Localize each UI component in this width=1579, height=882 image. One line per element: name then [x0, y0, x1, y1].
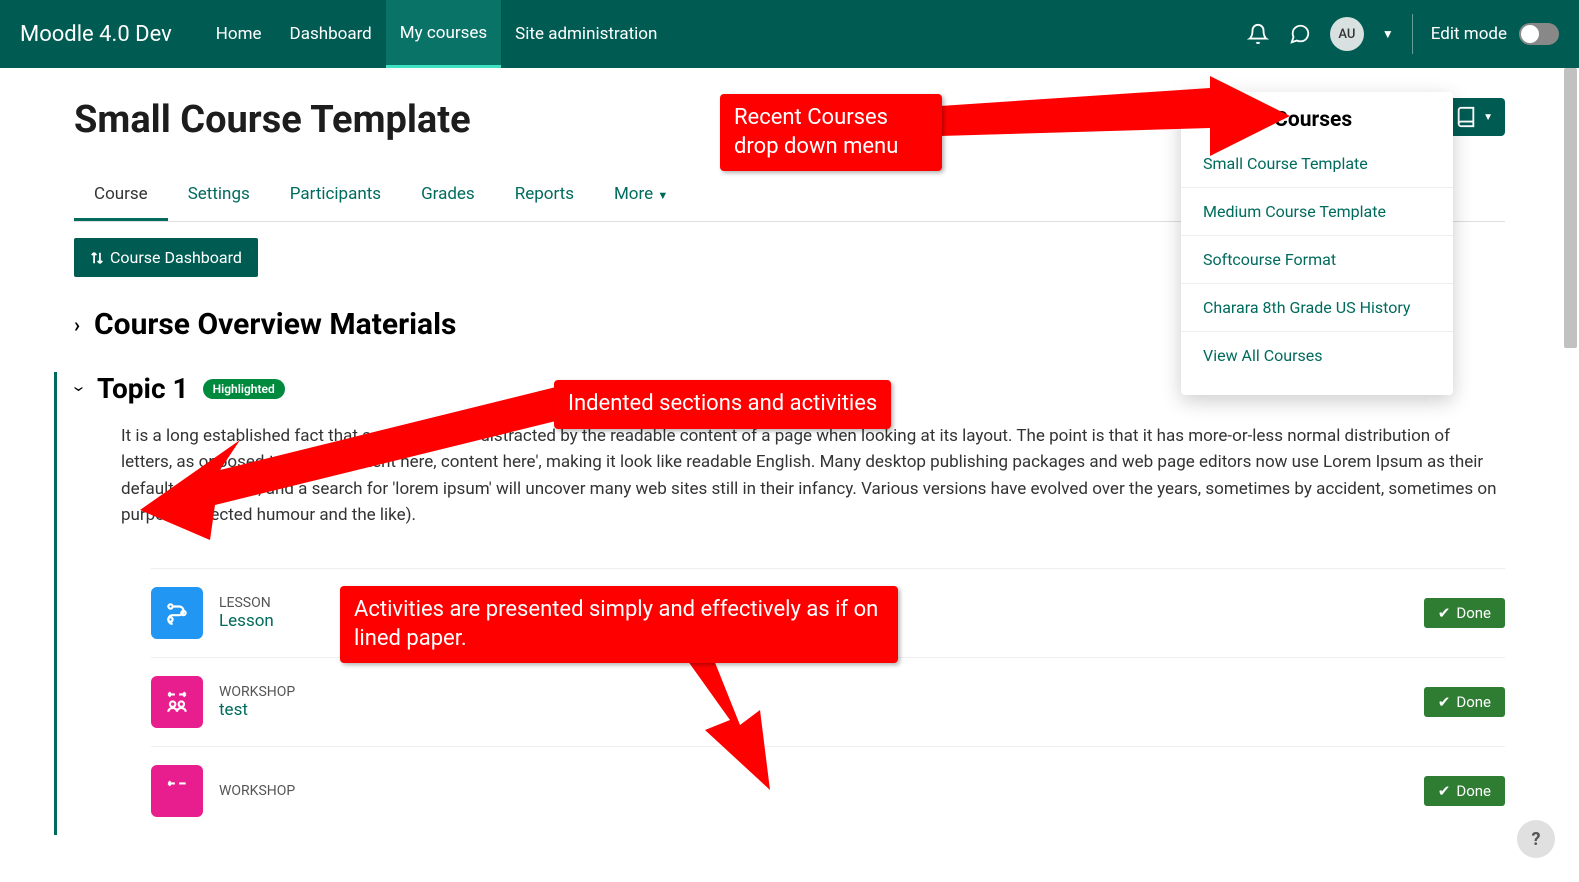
chevron-down-icon: ▼ — [1483, 112, 1493, 123]
check-icon: ✔ — [1438, 604, 1451, 622]
chevron-down-icon: ▼ — [657, 189, 668, 202]
check-icon: ✔ — [1438, 693, 1451, 711]
activity-name[interactable]: Lesson — [219, 611, 274, 631]
activity-workshop[interactable]: WORKSHOP ✔Done — [151, 746, 1505, 835]
dropdown-item[interactable]: Charara 8th Grade US History — [1181, 283, 1453, 331]
lesson-icon — [151, 587, 203, 639]
navbar-right: AU ▼ Edit mode — [1246, 14, 1559, 54]
tab-participants[interactable]: Participants — [270, 170, 401, 221]
course-title: Small Course Template — [74, 98, 471, 142]
activity-lesson[interactable]: LESSON Lesson ✔Done — [151, 568, 1505, 657]
book-icon — [1455, 106, 1477, 128]
tab-settings[interactable]: Settings — [168, 170, 270, 221]
edit-mode-label: Edit mode — [1431, 24, 1507, 44]
topic-title: Topic 1 — [97, 372, 189, 405]
dropdown-item[interactable]: Softcourse Format — [1181, 235, 1453, 283]
dropdown-item[interactable]: Small Course Template — [1181, 140, 1453, 187]
done-button[interactable]: ✔Done — [1424, 598, 1505, 628]
chevron-right-icon[interactable]: › — [74, 313, 80, 337]
edit-mode: Edit mode — [1431, 23, 1559, 45]
course-dashboard-button[interactable]: Course Dashboard — [74, 238, 258, 277]
highlighted-badge: Highlighted — [203, 379, 285, 399]
tab-course[interactable]: Course — [74, 170, 168, 221]
messages-icon[interactable] — [1288, 22, 1312, 46]
dropdown-item[interactable]: Medium Course Template — [1181, 187, 1453, 235]
workshop-icon — [151, 676, 203, 728]
help-button[interactable]: ? — [1517, 820, 1555, 858]
tab-reports[interactable]: Reports — [495, 170, 594, 221]
chevron-down-icon[interactable]: › — [68, 385, 92, 391]
activities-list: LESSON Lesson ✔Done WORKSHOP test ✔Done — [151, 568, 1505, 835]
activity-name[interactable]: test — [219, 700, 295, 720]
edit-mode-toggle[interactable] — [1519, 23, 1559, 45]
done-button[interactable]: ✔Done — [1424, 776, 1505, 806]
dropdown-item[interactable]: View All Courses — [1181, 331, 1453, 379]
recent-courses-dropdown: Recent Courses Small Course Template Med… — [1181, 92, 1453, 395]
tab-more[interactable]: More ▼ — [594, 170, 688, 221]
done-button[interactable]: ✔Done — [1424, 687, 1505, 717]
activity-type: WORKSHOP — [219, 783, 295, 799]
nav-home[interactable]: Home — [202, 0, 276, 68]
nav-links: Home Dashboard My courses Site administr… — [202, 0, 672, 68]
topic-description: It is a long established fact that a rea… — [121, 423, 1505, 528]
divider — [1412, 14, 1413, 54]
check-icon: ✔ — [1438, 782, 1451, 800]
updown-icon — [90, 251, 104, 265]
activity-type: LESSON — [219, 595, 274, 611]
tab-grades[interactable]: Grades — [401, 170, 495, 221]
activity-workshop[interactable]: WORKSHOP test ✔Done — [151, 657, 1505, 746]
navbar: Moodle 4.0 Dev Home Dashboard My courses… — [0, 0, 1579, 68]
workshop-icon — [151, 765, 203, 817]
nav-siteadmin[interactable]: Site administration — [501, 0, 671, 68]
nav-mycourses[interactable]: My courses — [386, 0, 501, 68]
brand: Moodle 4.0 Dev — [20, 22, 172, 47]
user-avatar[interactable]: AU — [1330, 17, 1364, 51]
activity-type: WORKSHOP — [219, 684, 295, 700]
chevron-down-icon[interactable]: ▼ — [1382, 27, 1394, 41]
notifications-icon[interactable] — [1246, 22, 1270, 46]
nav-dashboard[interactable]: Dashboard — [276, 0, 386, 68]
dropdown-title: Recent Courses — [1181, 108, 1453, 140]
